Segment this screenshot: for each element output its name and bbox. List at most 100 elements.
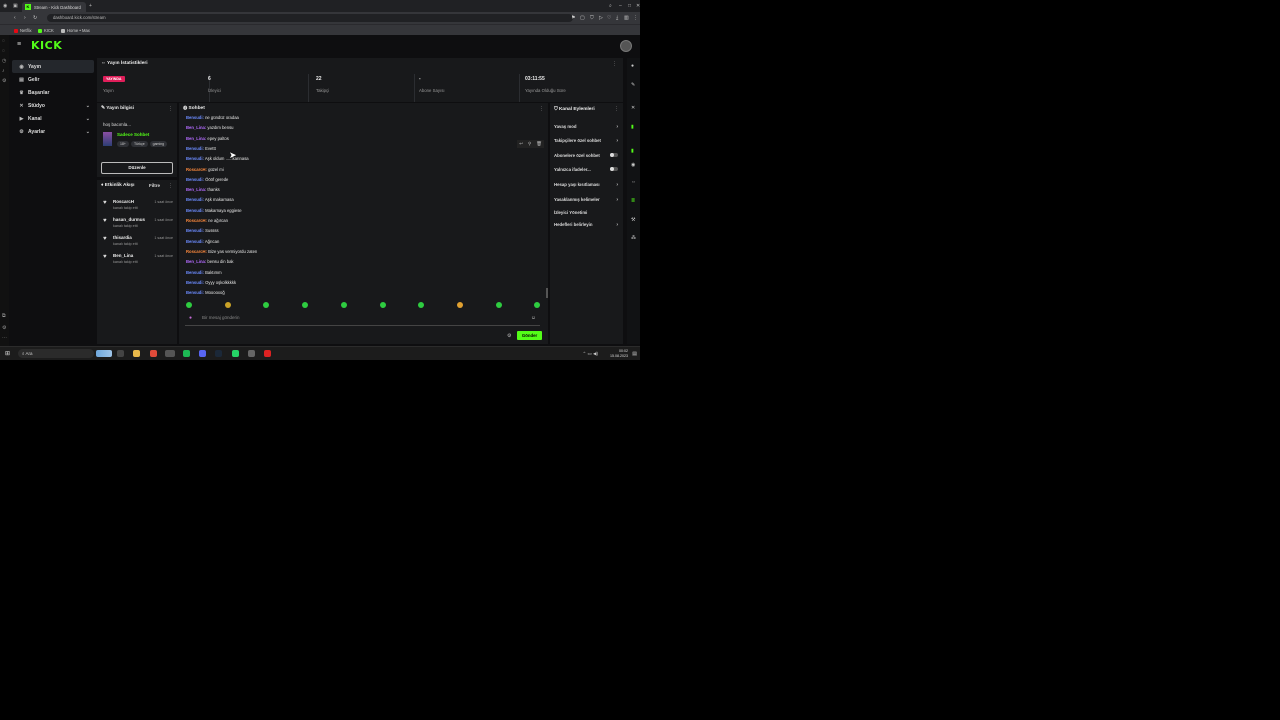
bookmark-kick[interactable]: KICK — [38, 28, 54, 33]
chat-message[interactable]: Ben_Lina: yazdım bensu — [186, 125, 234, 130]
url-field[interactable]: dashboard.kick.com/stream — [47, 14, 573, 22]
action-slow-mode[interactable]: Yavaş mod › — [554, 124, 620, 130]
forward-icon[interactable]: › — [24, 15, 26, 21]
chat-message[interactable]: Bensudi: Aşk oldum ......karınasa — [186, 156, 249, 161]
steam-icon[interactable] — [215, 350, 222, 357]
app-icon[interactable] — [165, 350, 175, 357]
chat-username[interactable]: Bensudi: — [186, 208, 204, 213]
follower-name[interactable]: Ben_Lina — [113, 253, 133, 258]
chat-message[interactable]: Bensudi: Öööf gerede — [186, 177, 228, 182]
chat-message[interactable]: RoscarcH: Bize yas vermiyordu zaten — [186, 249, 257, 254]
sidebar-item-studyo[interactable]: ✕ Stüdyo ⌄ — [12, 99, 94, 112]
green-action-icon[interactable]: ▮ — [631, 124, 634, 130]
chat-username[interactable]: Bensudi: — [186, 270, 204, 275]
discord-icon[interactable] — [199, 350, 206, 357]
chat-message[interactable]: Ben_Lina: bensu din bak — [186, 259, 234, 264]
side-gear-icon[interactable]: ⚙ — [2, 325, 6, 331]
chat-message[interactable]: Bensudi: Aşk makarnasa — [186, 197, 234, 202]
spotify-icon[interactable] — [183, 350, 190, 357]
download-icon[interactable]: ⤓ — [616, 15, 618, 21]
bookmark-max[interactable]: Home • Max — [61, 28, 90, 33]
hamburger-icon[interactable]: ≡ — [17, 41, 21, 48]
close-window-icon[interactable]: ✕ — [636, 3, 640, 9]
emote-icon[interactable] — [456, 302, 463, 308]
opera-icon[interactable] — [264, 350, 271, 357]
chat-message[interactable]: Ben_Lina: epey paltos — [186, 136, 229, 141]
chat-username[interactable]: Bensudi: — [186, 280, 204, 285]
delete-icon[interactable]: 🗑 — [536, 141, 542, 147]
gear-icon[interactable]: ⚙ — [507, 333, 511, 339]
sidebar-item-kanal[interactable]: ▶ Kanal ⌄ — [12, 112, 94, 125]
chat-message[interactable]: Bensudi: Evettt — [186, 146, 216, 151]
chat-username[interactable]: Ben_Lina: — [186, 136, 206, 141]
maximize-icon[interactable]: □ — [628, 3, 631, 9]
sidebar-item-gelir[interactable]: ▤ Gelir — [12, 73, 94, 86]
chat-username[interactable]: Bensudi: — [186, 156, 204, 161]
sidebar-item-ayarlar[interactable]: ⚙ Ayarlar ⌄ — [12, 125, 94, 138]
minimize-icon[interactable]: – — [619, 3, 622, 9]
chat-username[interactable]: Bensudi: — [186, 115, 204, 120]
send-button[interactable]: Gönder — [517, 331, 542, 340]
side-history-icon[interactable]: ◷ — [2, 58, 6, 64]
reload-icon[interactable]: ↻ — [33, 15, 37, 21]
browser-tab[interactable]: K Stream - Kick Dashboard — [22, 2, 86, 12]
play-icon[interactable]: ▷ — [599, 15, 603, 21]
side-music-icon[interactable]: ♪ — [2, 68, 5, 74]
action-viewer-management[interactable]: İzleyici Yönetimi — [554, 210, 620, 215]
emote-icon[interactable] — [224, 302, 231, 308]
taskbar-search[interactable]: ⌕ Ara — [18, 349, 94, 358]
chat-username[interactable]: Ben_Lina: — [186, 125, 206, 130]
chat-message[interactable]: Ben_Lina: thanks — [186, 187, 220, 192]
task-view-icon[interactable] — [117, 350, 124, 357]
new-tab-icon[interactable]: + — [89, 3, 92, 9]
chat-scrollbar[interactable] — [546, 288, 548, 298]
chat-username[interactable]: RoscarcH: — [186, 249, 207, 254]
chat-username[interactable]: RoscarcH: — [186, 218, 207, 223]
sidebar-toggle-icon[interactable]: ▥ — [624, 15, 629, 21]
chat-username[interactable]: Bensudi: — [186, 290, 204, 295]
follower-name[interactable]: thisardia — [113, 235, 132, 240]
kick-logo[interactable]: KICK — [31, 39, 62, 52]
emote-icon[interactable] — [263, 302, 270, 308]
edit-button[interactable]: Düzenle — [101, 162, 173, 174]
chat-username[interactable]: Bensudi: — [186, 228, 204, 233]
filter-button[interactable]: Filtre — [149, 183, 160, 188]
info-icon[interactable]: ● — [631, 63, 634, 69]
whatsapp-icon[interactable] — [232, 350, 239, 357]
side-extension-icon[interactable]: ⧉ — [2, 313, 6, 319]
screenshot-icon[interactable]: ▢ — [580, 15, 585, 21]
windows-start-icon[interactable]: ⊞ — [5, 350, 10, 357]
store-icon[interactable] — [248, 350, 255, 357]
clock[interactable]: 00:02 15.08.2023 — [610, 349, 628, 358]
reply-icon[interactable]: ↩ — [519, 141, 523, 147]
side-messenger-icon[interactable]: ◌ — [2, 48, 5, 54]
chat-input[interactable]: ● Bir mesaj gönderin ☺ — [185, 312, 540, 326]
file-explorer-icon[interactable] — [133, 350, 140, 357]
tab-overview-icon[interactable]: ▣ — [13, 3, 18, 9]
chat-message[interactable]: Bensudi: Mooooxoğ — [186, 290, 225, 295]
side-settings-icon[interactable]: ⚙ — [2, 78, 6, 84]
emote-icon[interactable] — [186, 302, 192, 308]
more-icon[interactable]: ⋮ — [168, 183, 173, 189]
browser-menu-icon[interactable]: ◉ — [3, 3, 7, 9]
sidebar-item-yayin[interactable]: ◉ Yayın — [12, 60, 94, 73]
stream-category[interactable]: Sadece Sohbet — [117, 132, 149, 137]
back-icon[interactable]: ‹ — [14, 15, 16, 21]
chat-username[interactable]: Bensudi: — [186, 146, 204, 151]
emote-icon[interactable] — [302, 302, 309, 308]
action-set-goals[interactable]: Hedefleri belirleyin › — [554, 222, 620, 228]
chat-message[interactable]: Bensudi: Ağrıcan — [186, 239, 219, 244]
chat-message[interactable]: Bensudi: Oyyy oşkolkkkkk — [186, 280, 236, 285]
chat-message[interactable]: Bensudi: Makarnaya eggiese — [186, 208, 242, 213]
emote-icon[interactable] — [418, 302, 425, 308]
chrome-icon[interactable] — [150, 350, 157, 357]
chat-username[interactable]: Ben_Lina: — [186, 259, 206, 264]
emoji-icon[interactable]: ☺ — [531, 315, 536, 321]
edit-icon[interactable]: ✎ — [631, 82, 635, 88]
action-emotes-only[interactable]: Yalnızca ifadeler... — [554, 167, 620, 172]
more-icon[interactable]: ⋮ — [539, 106, 544, 112]
list-icon[interactable]: ≣ — [631, 198, 635, 204]
chat-message[interactable]: Bensudi: ne gündüz oradaa — [186, 115, 239, 120]
emote-icon[interactable] — [534, 302, 541, 308]
chat-message[interactable]: Bensudi: Sussss — [186, 228, 219, 233]
